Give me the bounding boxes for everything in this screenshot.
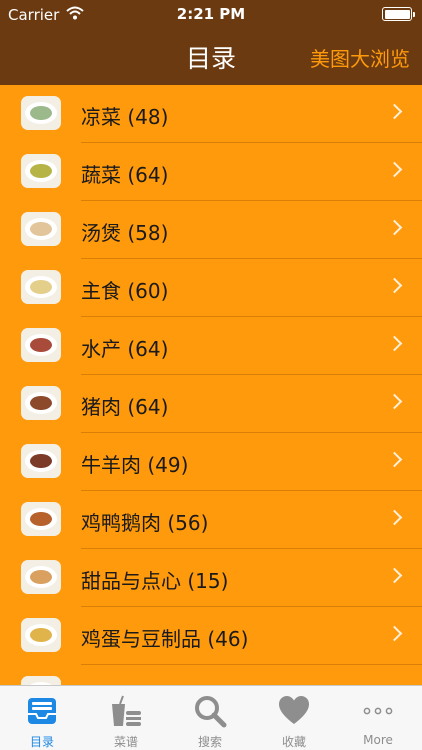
status-time: 2:21 PM (176, 5, 246, 23)
category-label: 鸡鸭鹅肉 (56) (81, 511, 209, 535)
tab-bar: 目录 菜谱 搜索 收藏 More (0, 685, 422, 750)
chevron-right-icon (386, 567, 403, 584)
category-label: 鸡蛋与豆制品 (46) (81, 627, 249, 651)
category-row[interactable]: 鸡蛋与豆制品 (46) (0, 607, 422, 665)
category-label: 猪肉 (64) (81, 395, 169, 419)
category-thumbnail (21, 444, 61, 478)
tab-label: 收藏 (281, 735, 306, 749)
chevron-right-icon (386, 103, 403, 120)
tab-label: 目录 (29, 735, 54, 749)
chevron-right-icon (386, 393, 403, 410)
chevron-right-icon (386, 219, 403, 236)
category-row[interactable]: 猪肉 (64) (0, 375, 422, 433)
category-row[interactable]: 鸡鸭鹅肉 (56) (0, 491, 422, 549)
cup-and-food-icon (112, 695, 141, 726)
status-bar: Carrier 2:21 PM (0, 0, 422, 30)
category-thumbnail (21, 96, 61, 130)
category-label: 蔬菜 (64) (81, 163, 169, 187)
tab-label: 搜索 (197, 735, 222, 749)
category-row[interactable]: 主食 (60) (0, 259, 422, 317)
category-list[interactable]: 凉菜 (48) 蔬菜 (64) 汤煲 (58) 主食 (60) 水产 (64) … (0, 85, 422, 685)
chevron-right-icon (386, 509, 403, 526)
category-thumbnail (21, 676, 61, 685)
category-thumbnail (21, 502, 61, 536)
category-thumbnail (21, 270, 61, 304)
category-row[interactable]: 汤煲 (58) (0, 201, 422, 259)
navigation-bar: 目录 美图大浏览 (0, 30, 422, 85)
category-label: 牛羊肉 (49) (81, 453, 189, 477)
category-row-partial[interactable] (0, 665, 422, 685)
more-dots-icon (363, 707, 393, 715)
category-row[interactable]: 蔬菜 (64) (0, 143, 422, 201)
battery-icon (382, 7, 415, 21)
category-row[interactable]: 牛羊肉 (49) (0, 433, 422, 491)
tab-more[interactable]: More (336, 686, 420, 750)
category-thumbnail (21, 560, 61, 594)
category-label: 主食 (60) (81, 279, 169, 303)
chevron-right-icon (386, 451, 403, 468)
chevron-right-icon (386, 625, 403, 642)
tab-favorites[interactable]: 收藏 (252, 686, 336, 750)
chevron-right-icon (386, 335, 403, 352)
category-thumbnail (21, 618, 61, 652)
chevron-right-icon (386, 277, 403, 294)
category-label: 汤煲 (58) (81, 221, 169, 245)
tab-catalog[interactable]: 目录 (0, 686, 84, 750)
category-label: 水产 (64) (81, 337, 169, 361)
category-label: 凉菜 (48) (81, 105, 169, 129)
tab-search[interactable]: 搜索 (168, 686, 252, 750)
category-thumbnail (21, 386, 61, 420)
inbox-tray-icon (28, 698, 56, 724)
category-row[interactable]: 甜品与点心 (15) (0, 549, 422, 607)
tab-label: More (363, 733, 393, 747)
category-label: 甜品与点心 (15) (81, 569, 229, 593)
category-thumbnail (21, 154, 61, 188)
tab-recipes[interactable]: 菜谱 (84, 686, 168, 750)
search-icon (195, 696, 227, 728)
category-row[interactable]: 水产 (64) (0, 317, 422, 375)
browse-photos-button[interactable]: 美图大浏览 (310, 43, 410, 72)
category-row[interactable]: 凉菜 (48) (0, 85, 422, 143)
category-thumbnail (21, 328, 61, 362)
category-thumbnail (21, 212, 61, 246)
heart-icon (279, 696, 309, 724)
tab-label: 菜谱 (113, 735, 138, 749)
chevron-right-icon (386, 161, 403, 178)
